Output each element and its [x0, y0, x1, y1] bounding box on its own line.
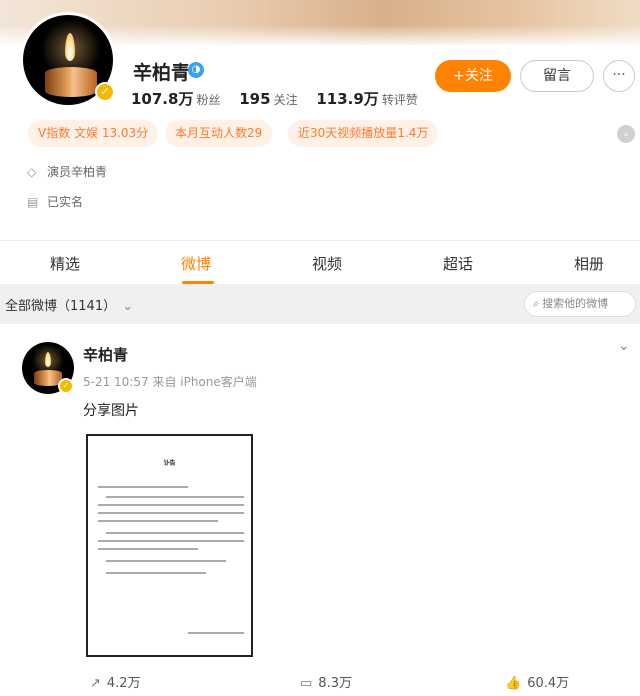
shield-icon: ◇: [27, 165, 37, 179]
message-button[interactable]: 留言: [520, 60, 594, 92]
tab-weibo[interactable]: 微博: [181, 253, 211, 274]
post-author-name[interactable]: 辛柏青: [83, 344, 128, 365]
member-level-icon[interactable]: ◑: [188, 62, 204, 78]
tag-monthly-interactions[interactable]: 本月互动人数29: [165, 120, 273, 147]
tab-videos[interactable]: 视频: [312, 253, 342, 274]
like-count: 60.4万: [527, 676, 570, 691]
expand-tags-chevron-icon[interactable]: ⌄: [617, 125, 635, 143]
comment-button[interactable]: ▭ 8.3万: [300, 672, 352, 691]
stat-following-label: 关注: [273, 93, 298, 107]
stat-interactions-label: 转评赞: [381, 93, 418, 107]
search-posts-input[interactable]: ⌕ 搜索他的微博: [524, 291, 636, 317]
post-menu-chevron-icon[interactable]: ⌄: [618, 338, 630, 354]
all-posts-label: 全部微博（1141）: [5, 299, 117, 314]
comment-icon: ▭: [300, 676, 313, 691]
tab-featured[interactable]: 精选: [50, 253, 80, 274]
info-real-name-text: 已实名: [47, 195, 84, 209]
search-placeholder: 搜索他的微博: [542, 297, 609, 310]
stat-interactions-value: 113.9万: [316, 90, 379, 108]
tag-v-index[interactable]: V指数 文娱 13.03分: [28, 120, 159, 147]
stat-fans-value[interactable]: 107.8万: [131, 90, 193, 108]
repost-count: 4.2万: [106, 676, 141, 691]
feed-filter-bar: 全部微博（1141） ⌄ ⌕ 搜索他的微博: [0, 284, 640, 324]
tag-video-plays[interactable]: 近30天视频播放量1.4万: [288, 120, 439, 147]
profile-name: 辛柏青: [133, 62, 191, 84]
stat-following-value[interactable]: 195: [239, 90, 270, 108]
post-meta: 5-21 10:57 来自 iPhone客户端: [83, 375, 257, 389]
chevron-down-icon: ⌄: [122, 299, 134, 314]
verified-badge-icon: ✓: [58, 378, 74, 394]
verified-badge-icon: ✓: [95, 82, 115, 102]
comment-count: 8.3万: [318, 676, 352, 691]
id-card-icon: ▤: [27, 195, 39, 209]
post-card: ✓ 辛柏青 5-21 10:57 来自 iPhone客户端 ⌄ 分享图片 讣告 …: [0, 324, 640, 696]
info-real-name: ▤ 已实名: [27, 193, 83, 210]
all-posts-dropdown[interactable]: 全部微博（1141） ⌄: [5, 295, 133, 314]
profile-tabs: 精选 微博 视频 超话 相册: [0, 240, 640, 284]
info-occupation: ◇ 演员辛柏青: [27, 163, 107, 180]
search-icon: ⌕: [533, 297, 540, 310]
repost-button[interactable]: ↗ 4.2万: [90, 672, 141, 691]
share-icon: ↗: [90, 676, 101, 691]
tab-album[interactable]: 相册: [574, 253, 604, 274]
profile-stats: 107.8万 粉丝 195 关注 113.9万 转评赞: [131, 88, 432, 109]
obituary-title: 讣告: [163, 460, 176, 467]
like-button[interactable]: 👍 60.4万: [505, 672, 569, 691]
info-occupation-text: 演员辛柏青: [47, 165, 108, 179]
post-image-obituary[interactable]: 讣告: [86, 434, 253, 657]
thumbs-up-icon: 👍: [505, 676, 522, 691]
stat-fans-label: 粉丝: [196, 93, 221, 107]
tab-super-topics[interactable]: 超话: [443, 253, 473, 274]
follow-button[interactable]: +关注: [435, 60, 511, 92]
post-text: 分享图片: [83, 403, 139, 419]
more-options-button[interactable]: ···: [603, 60, 635, 92]
